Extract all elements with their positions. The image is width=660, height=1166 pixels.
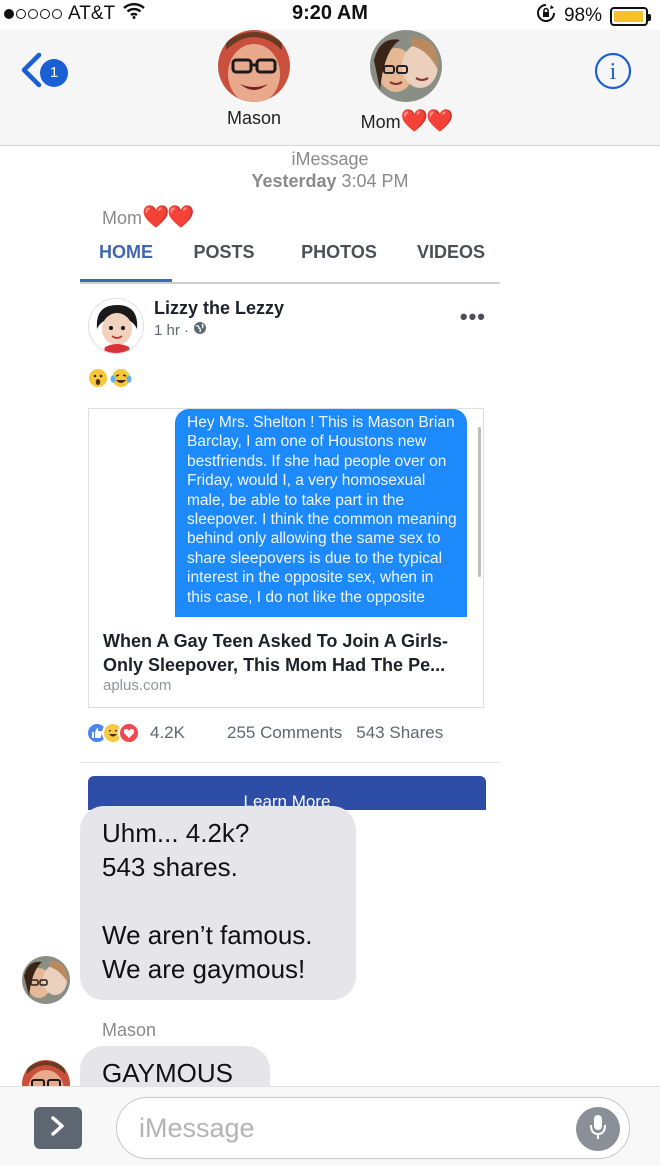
avatar-mason xyxy=(218,30,290,102)
hearts-emoji: ❤️❤️ xyxy=(400,108,454,133)
info-button[interactable]: i xyxy=(594,52,632,95)
status-right: 98% xyxy=(536,3,651,29)
shares-count[interactable]: 543 Shares xyxy=(356,723,443,743)
post-author-name[interactable]: Lizzy the Lezzy xyxy=(154,298,284,319)
post-time: 1 hr · xyxy=(154,321,284,339)
battery-icon xyxy=(610,6,651,26)
post-meta: Lizzy the Lezzy 1 hr · xyxy=(154,298,284,354)
avatar-mom xyxy=(370,30,442,102)
surprised-emoji-icon xyxy=(88,368,108,393)
expand-arrow-icon xyxy=(50,1115,66,1142)
battery-fill xyxy=(614,10,644,22)
link-domain: aplus.com xyxy=(103,677,172,694)
reaction-icons xyxy=(86,722,140,744)
shared-facebook-screenshot[interactable]: HOME POSTS PHOTOS VIDEOS Lizzy the Lezzy… xyxy=(80,232,504,814)
divider xyxy=(80,762,500,763)
conversation-timestamp: iMessage Yesterday 3:04 PM xyxy=(0,148,660,192)
link-preview[interactable]: Hey Mrs. Shelton ! This is Mason Brian B… xyxy=(88,408,484,708)
message-bubble-mom[interactable]: Uhm... 4.2k? 543 shares. We aren’t famou… xyxy=(80,806,356,1000)
back-chevron-icon xyxy=(20,52,42,93)
reactions-bar: 4.2K 255 Comments 543 Shares xyxy=(86,722,502,744)
sender-label-mom: Mom❤️❤️ xyxy=(102,204,195,230)
expand-apps-button[interactable] xyxy=(34,1107,82,1149)
tab-home[interactable]: HOME xyxy=(80,232,172,282)
contact-mason[interactable]: Mason xyxy=(216,30,292,129)
contact-mom[interactable]: Mom❤️❤️ xyxy=(356,30,456,134)
message-line: We are gaymous! xyxy=(102,954,306,984)
svg-text:i: i xyxy=(610,59,617,85)
message-input-bar xyxy=(0,1086,660,1166)
more-options-icon[interactable]: ••• xyxy=(460,304,486,330)
imessage-input[interactable] xyxy=(116,1097,630,1159)
timestamp-day: Yesterday xyxy=(251,171,337,191)
globe-icon xyxy=(193,321,207,339)
service-label: iMessage xyxy=(291,149,369,169)
post-header: Lizzy the Lezzy 1 hr · xyxy=(88,298,284,354)
sender-label-mason: Mason xyxy=(102,1020,157,1040)
timestamp-time: 3:04 PM xyxy=(341,171,409,191)
message-avatar-mom[interactable] xyxy=(22,956,70,1004)
post-emoji xyxy=(88,368,132,393)
back-button[interactable]: 1 xyxy=(20,52,68,93)
screenshot-text-bubble: Hey Mrs. Shelton ! This is Mason Brian B… xyxy=(175,409,467,617)
microphone-icon xyxy=(589,1113,607,1146)
tab-videos[interactable]: VIDEOS xyxy=(402,232,500,282)
microphone-button[interactable] xyxy=(576,1107,620,1151)
battery-percent: 98% xyxy=(563,5,602,26)
tab-photos[interactable]: PHOTOS xyxy=(276,232,402,282)
status-bar: AT&T 9:20 AM 98% xyxy=(0,0,660,30)
link-title: When A Gay Teen Asked To Join A Girls-On… xyxy=(103,631,449,675)
reaction-count: 4.2K xyxy=(150,723,185,742)
post-time-text: 1 hr · xyxy=(154,321,190,339)
hearts-emoji: ❤️❤️ xyxy=(142,204,195,229)
contact-name-mom: Mom❤️❤️ xyxy=(356,108,456,134)
link-preview-image: Hey Mrs. Shelton ! This is Mason Brian B… xyxy=(89,409,483,617)
contact-name-mason: Mason xyxy=(226,108,282,128)
message-text: GAYMOUS xyxy=(102,1058,233,1088)
contact-name-mom-text: Mom xyxy=(360,112,401,132)
image-scrollbar xyxy=(478,427,481,577)
sender-name: Mom xyxy=(102,208,142,228)
crying-laughing-emoji-icon xyxy=(110,368,132,393)
rotation-lock-icon xyxy=(536,3,556,29)
unread-badge: 1 xyxy=(40,58,68,87)
love-reaction-icon xyxy=(118,722,140,744)
post-author-avatar[interactable] xyxy=(88,298,144,354)
learn-more-button[interactable]: Learn More xyxy=(88,776,486,811)
conversation-header: 1 Mason Mom❤️❤️ i xyxy=(0,30,660,146)
info-icon: i xyxy=(594,52,632,94)
date-time-label: Yesterday 3:04 PM xyxy=(0,170,660,192)
message-line: We aren’t famous. xyxy=(102,920,313,950)
facebook-tabs: HOME POSTS PHOTOS VIDEOS xyxy=(80,232,500,284)
comments-count[interactable]: 255 Comments xyxy=(227,723,342,743)
message-line: Uhm... 4.2k? xyxy=(102,818,250,848)
message-line: 543 shares. xyxy=(102,852,238,882)
tab-posts[interactable]: POSTS xyxy=(172,232,276,282)
